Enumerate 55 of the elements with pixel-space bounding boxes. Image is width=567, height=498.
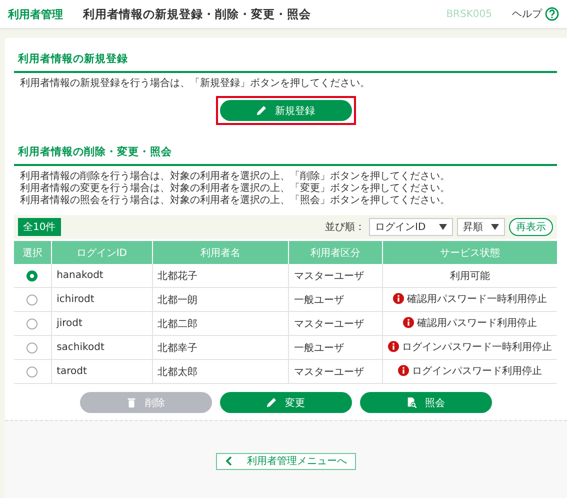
column-header: 利用者名 [152,241,288,264]
table-cell: tarodt [51,360,152,384]
status-text: 確認用パスワード利用停止 [416,316,537,330]
edit-button[interactable]: 変更 [220,392,352,413]
sort-field-dropdown[interactable]: ログインID [369,218,453,236]
question-icon [545,7,559,21]
table-cell: マスターユーザ [288,312,382,336]
table-cell: マスターユーザ [288,264,382,288]
dropdown-arrow-icon [491,224,499,230]
table-cell: 北都二郎 [152,312,288,336]
table-cell: sachikodt [51,336,152,360]
pencil-icon [266,397,277,408]
page-title: 利用者情報の新規登録・削除・変更・照会 [83,6,312,22]
table-cell: マスターユーザ [288,360,382,384]
radio-button[interactable] [26,270,38,282]
refresh-button[interactable]: 再表示 [509,218,553,236]
column-header: 選択 [14,241,52,264]
section-title: 利用者情報の新規登録 [14,48,557,73]
column-header: サービス状態 [382,241,557,264]
table-cell: hanakodt [51,264,152,288]
description-text: 利用者情報の新規登録を行う場合は、「新規登録」ボタンを押してください。 [19,76,371,90]
screen-id: BRSK005 [446,8,492,20]
help-link[interactable]: ヘルプ [512,7,559,21]
chevron-left-icon [225,456,233,466]
app-title: 利用者管理 [8,6,63,22]
radio-button[interactable] [26,342,38,354]
table-cell: 一般ユーザ [288,288,382,312]
status-text: 利用可能 [450,270,490,282]
section-title: 利用者情報の削除・変更・照会 [14,141,557,166]
table-cell: 北都太郎 [152,360,288,384]
trash-icon [126,397,137,408]
table-cell: jirodt [51,312,152,336]
description-text: 利用者情報の削除を行う場合は、対象の利用者を選択の上、「削除」ボタンを押してください。 利用者情報の変更を行う場合は、対象の利用者を選択の上、「変更」ボタンを押してください。 利用者情報の照会を行う場合は、対象の利用者を選択の上、「照会」ボタンを押してください。 [19,170,451,207]
table-cell: 北都幸子 [152,336,288,360]
sort-order-dropdown[interactable]: 昇順 [457,218,505,236]
table-cell: 一般ユーザ [288,336,382,360]
count-badge: 全10件 [18,218,61,236]
table-cell: ichirodt [51,288,152,312]
view-button[interactable]: 照会 [360,392,492,413]
pencil-icon [256,105,267,116]
table-cell: 北都花子 [152,264,288,288]
column-header: 利用者区分 [288,241,382,264]
document-search-icon [406,397,417,408]
table-cell: 北都一朗 [152,288,288,312]
radio-button[interactable] [26,366,38,378]
radio-button[interactable] [26,318,38,330]
radio-button[interactable] [26,294,38,306]
back-button[interactable]: 利用者管理メニューへ [216,452,356,470]
dropdown-arrow-icon [439,224,447,230]
status-text: ログインパスワード利用停止 [412,364,542,378]
status-text: 確認用パスワード一時利用停止 [406,292,547,306]
status-text: ログインパスワード一時利用停止 [402,340,552,354]
register-button[interactable]: 新規登録 [220,100,352,121]
sort-label: 並び順： [325,221,365,234]
column-header: ログインID [51,241,152,264]
